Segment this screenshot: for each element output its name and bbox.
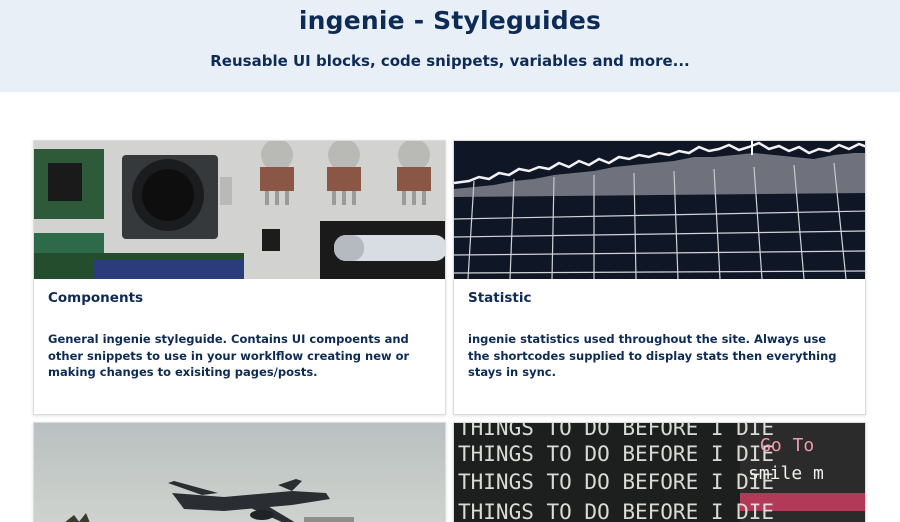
chalk-line-3: THINGS TO DO BEFORE I DIE xyxy=(458,470,774,494)
card-title: Components xyxy=(48,290,144,306)
card-description: General ingenie styleguide. Contains UI … xyxy=(48,332,410,379)
chalkboard-image: THINGS TO DO BEFORE I DIE THINGS TO DO B… xyxy=(454,423,865,522)
card-chalkboard[interactable]: THINGS TO DO BEFORE I DIE THINGS TO DO B… xyxy=(453,422,866,522)
page-subtitle: Reusable UI blocks, code snippets, varia… xyxy=(210,52,690,70)
chalk-pink-1: Go To xyxy=(760,435,814,456)
chalk-line-4: THINGS TO DO BEFORE I DIE xyxy=(458,500,774,522)
chalk-white-1: smile m xyxy=(748,463,824,484)
page-title: ingenie - Styleguides xyxy=(298,6,602,35)
card-components[interactable]: Components General ingenie styleguide. C… xyxy=(33,140,446,415)
card-description: ingenie statistics used throughout the s… xyxy=(468,332,837,379)
chalk-line-1: THINGS TO DO BEFORE I DIE xyxy=(458,423,774,440)
card-title: Statistic xyxy=(468,290,532,306)
chalk-line-2: THINGS TO DO BEFORE I DIE xyxy=(458,442,774,466)
card-statistic[interactable]: Statistic ingenie statistics used throug… xyxy=(453,140,866,415)
statistic-image xyxy=(454,141,865,279)
page-header: ingenie - Styleguides Reusable UI blocks… xyxy=(0,0,900,92)
components-image xyxy=(34,141,445,279)
card-airplane[interactable] xyxy=(33,422,446,522)
airplane-image xyxy=(34,423,445,522)
